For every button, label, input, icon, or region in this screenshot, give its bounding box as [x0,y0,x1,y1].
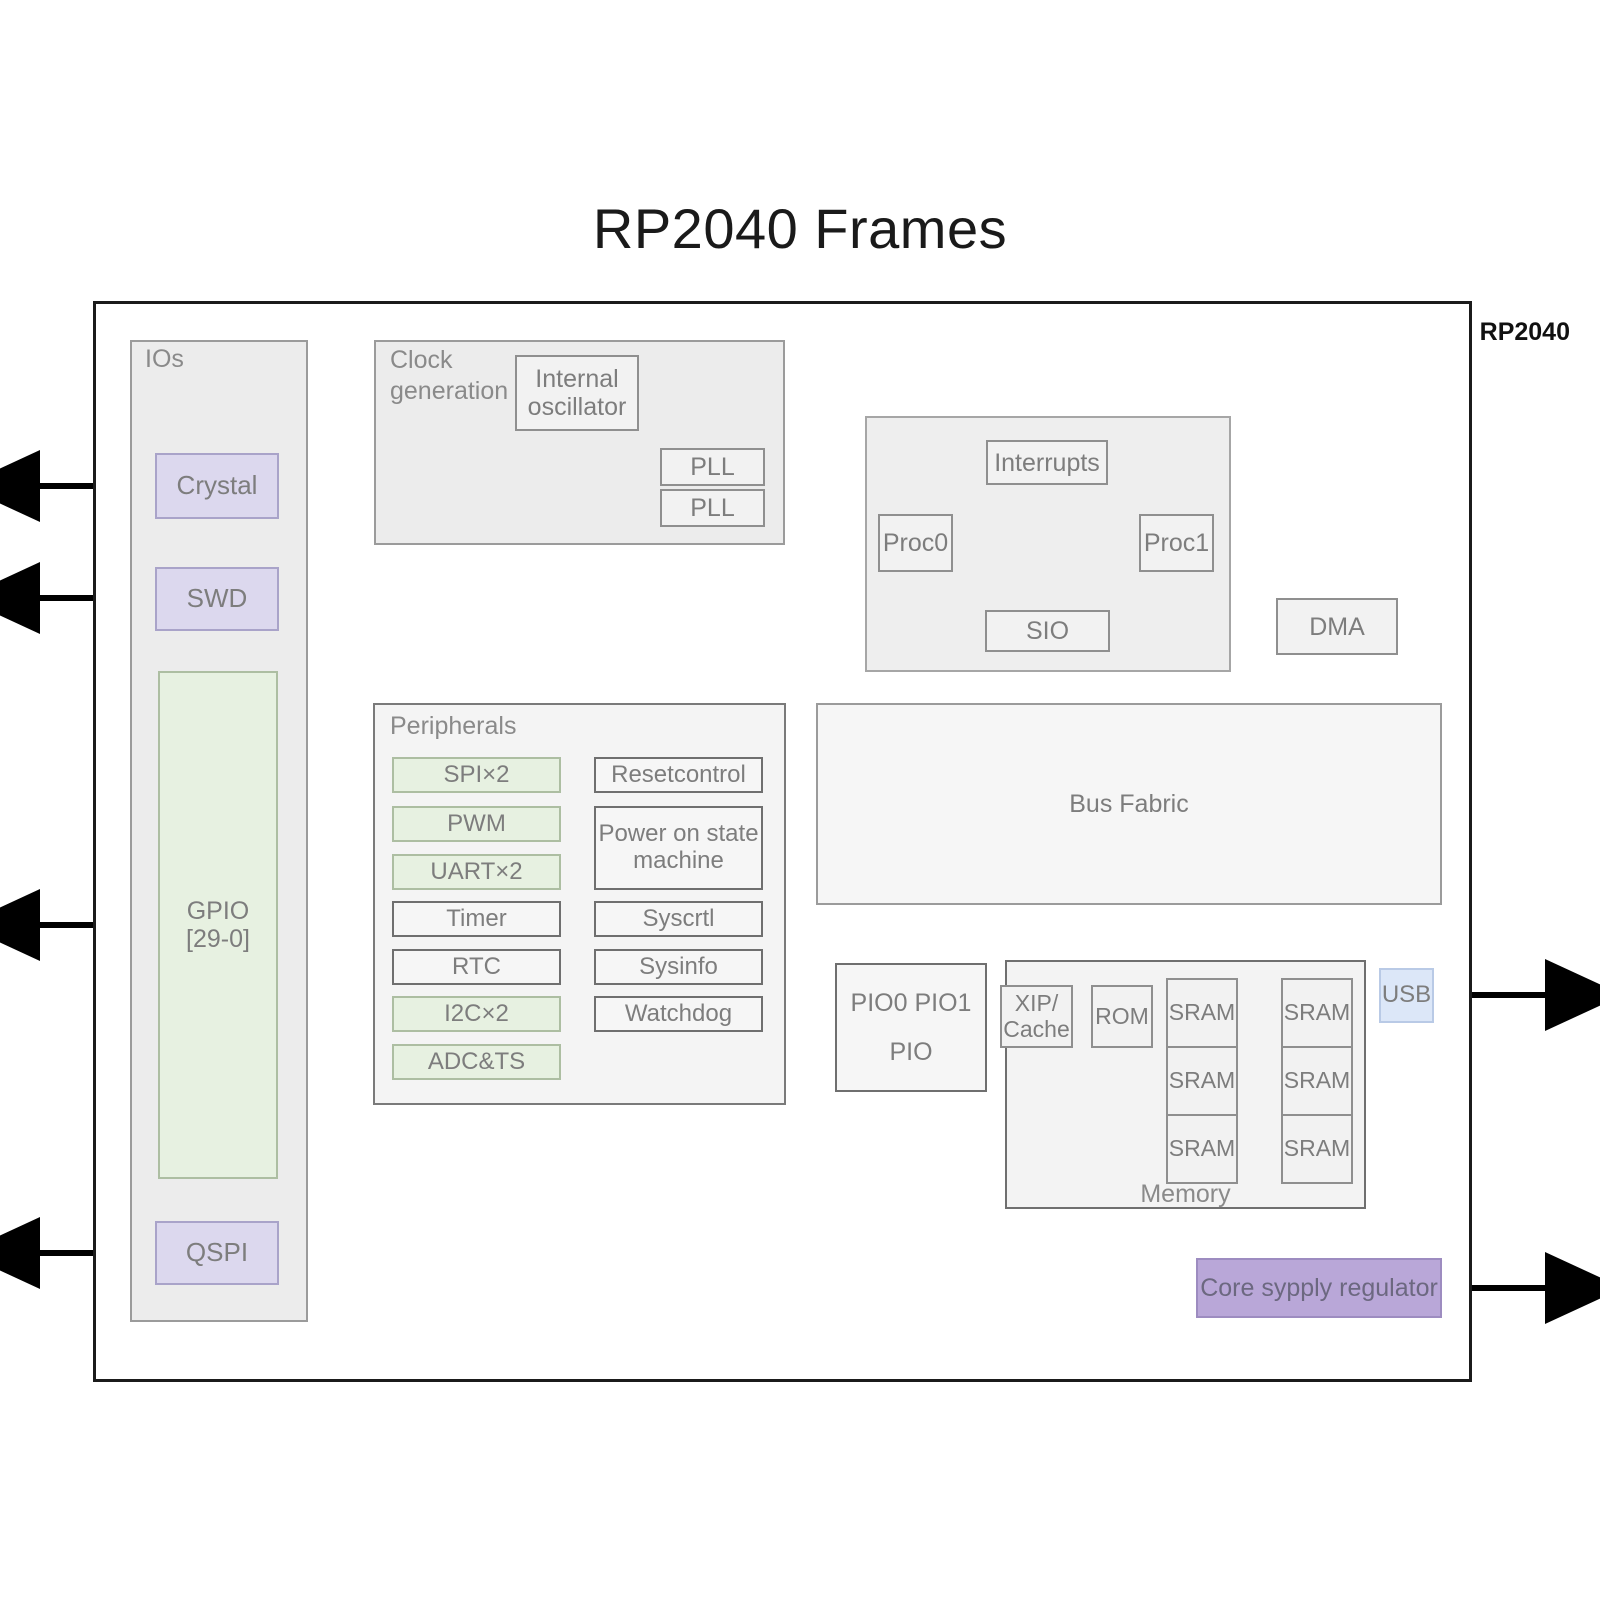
core-supply-regulator-block[interactable]: Core sypply regulator [1196,1258,1442,1318]
sram-left-2[interactable]: SRAM [1166,1114,1238,1184]
usb-block[interactable]: USB [1379,968,1434,1023]
internal-oscillator-block[interactable]: Internal oscillator [515,355,639,431]
gpio-label-line2: [29-0] [186,925,250,953]
sram-left-0[interactable]: SRAM [1166,978,1238,1048]
page-title: RP2040 Frames [592,197,1008,260]
sram-right-1[interactable]: SRAM [1281,1046,1353,1116]
peripheral-timer[interactable]: Timer [392,901,561,937]
pll-bottom-block[interactable]: PLL [660,489,765,527]
xip-line1: XIP/ [1014,989,1059,1016]
internal-osc-line2: oscillator [527,393,627,421]
xip-line2: Cache [1003,1015,1070,1042]
peripheral-power-on-state-machine[interactable]: Power on state machine [594,806,763,890]
clock-label-line2: generation [390,377,509,406]
posm-line1: Power on state [598,820,759,848]
peripheral-pwm[interactable]: PWM [392,806,561,842]
diagram-canvas: RP2040 Frames RP2040 IOs Crystal SWD GPI… [0,0,1600,1600]
peripherals-label: Peripherals [390,712,517,740]
qspi-block[interactable]: QSPI [155,1221,279,1285]
peripheral-spi[interactable]: SPI×2 [392,757,561,793]
ios-label: IOs [145,345,184,373]
interrupts-block[interactable]: Interrupts [986,440,1108,485]
chip-label: RP2040 [1479,318,1570,346]
clock-generation-label: Clock generation [390,345,508,408]
peripheral-uart[interactable]: UART×2 [392,854,561,890]
pio-label-bottom: PIO [889,1037,933,1066]
peripheral-i2c[interactable]: I2C×2 [392,996,561,1032]
proc1-block[interactable]: Proc1 [1139,514,1214,572]
sram-right-0[interactable]: SRAM [1281,978,1353,1048]
sram-left-1[interactable]: SRAM [1166,1046,1238,1116]
clock-label-line1: Clock [390,346,453,374]
peripheral-adc-ts[interactable]: ADC&TS [392,1044,561,1080]
rom-block[interactable]: ROM [1091,985,1153,1048]
peripheral-rtc[interactable]: RTC [392,949,561,985]
xip-cache-block[interactable]: XIP/ Cache [1000,985,1073,1048]
pio-block[interactable]: PIO0 PIO1 PIO [835,963,987,1092]
peripheral-sysinfo[interactable]: Sysinfo [594,949,763,985]
dma-block[interactable]: DMA [1276,598,1398,655]
internal-osc-line1: Internal [535,365,619,393]
gpio-block[interactable]: GPIO [29-0] [158,671,278,1179]
peripheral-watchdog[interactable]: Watchdog [594,996,763,1032]
pll-top-block[interactable]: PLL [660,448,765,486]
proc0-block[interactable]: Proc0 [878,514,953,572]
memory-label: Memory [1140,1180,1231,1208]
bus-fabric-block[interactable]: Bus Fabric [816,703,1442,905]
crystal-block[interactable]: Crystal [155,453,279,519]
peripheral-syscrtl[interactable]: Syscrtl [594,901,763,937]
gpio-label-line1: GPIO [186,897,250,925]
peripheral-resetcontrol[interactable]: Resetcontrol [594,757,763,793]
swd-block[interactable]: SWD [155,567,279,631]
sio-block[interactable]: SIO [985,610,1110,652]
posm-line2: machine [633,847,724,874]
sram-right-2[interactable]: SRAM [1281,1114,1353,1184]
pio-label-top: PIO0 PIO1 [850,989,972,1018]
